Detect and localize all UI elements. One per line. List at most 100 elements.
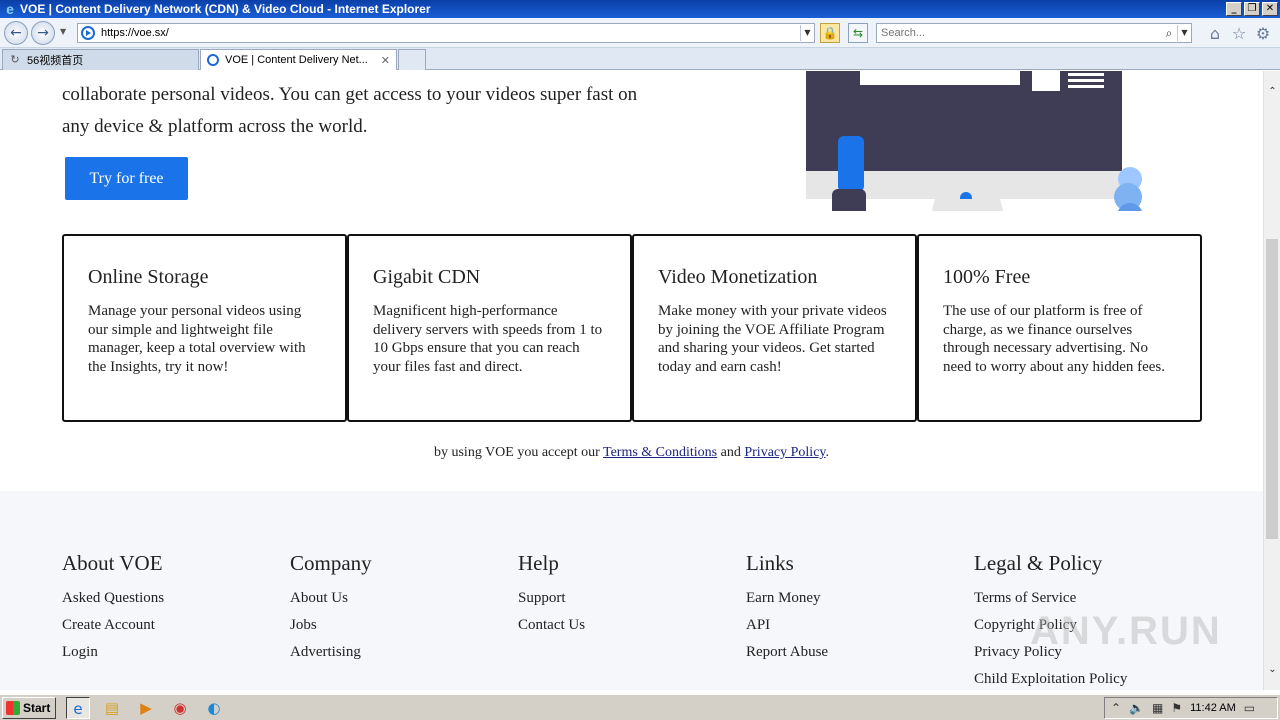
monitor-stand xyxy=(931,199,1004,211)
search-icon[interactable]: ⌕ xyxy=(1161,26,1177,41)
internet-explorer-icon[interactable]: e xyxy=(66,696,90,719)
screen-block xyxy=(1032,71,1060,91)
footer-link[interactable]: Jobs xyxy=(290,616,372,635)
favorites-star-icon[interactable]: ☆ xyxy=(1230,25,1248,43)
volume-icon[interactable]: 🔈 xyxy=(1129,701,1144,715)
tray-expand-icon[interactable]: ⌃ xyxy=(1111,701,1121,715)
scroll-thumb[interactable] xyxy=(1266,239,1278,539)
footer-link[interactable]: Terms of Service xyxy=(974,589,1127,608)
footer-link[interactable]: Support xyxy=(518,589,585,608)
tab-label: 56视频首页 xyxy=(27,55,84,67)
window-controls: _ ❐ ✕ xyxy=(1226,2,1278,16)
address-toolbar: ← → ▼ https://voe.sx/ ▼ 🔒 ⇆ ⌕ ▼ ⌂ ☆ ⚙ xyxy=(0,18,1280,48)
person-legs xyxy=(832,189,866,211)
try-for-free-button[interactable]: Try for free xyxy=(65,157,188,200)
voe-tab-favicon-icon xyxy=(207,54,219,66)
footer-link[interactable]: About Us xyxy=(290,589,372,608)
file-explorer-icon[interactable]: ▤ xyxy=(100,697,124,719)
tab-voe[interactable]: VOE | Content Delivery Net... ✕ xyxy=(200,49,397,70)
feature-text: Make money with your private videos by j… xyxy=(658,303,887,375)
terms-conditions-link[interactable]: Terms & Conditions xyxy=(603,445,717,460)
clock[interactable]: 11:42 AM xyxy=(1190,702,1236,714)
hero-illustration xyxy=(806,71,1142,211)
anyrun-watermark: ANY.RUN xyxy=(1030,609,1222,653)
window-title: VOE | Content Delivery Network (CDN) & V… xyxy=(20,2,431,16)
terms-suffix: . xyxy=(825,445,830,460)
lock-icon[interactable]: 🔒 xyxy=(820,23,840,43)
forward-button[interactable]: → xyxy=(31,21,55,45)
minimize-button[interactable]: _ xyxy=(1226,2,1242,16)
vertical-scrollbar[interactable]: ⌃ ⌄ xyxy=(1263,71,1280,690)
tab-56-video[interactable]: ↻ 56视频首页 xyxy=(2,49,199,70)
footer-heading: Company xyxy=(290,551,372,575)
system-tray: ⌃ 🔈 ▦ ⚑ 11:42 AM ▭ xyxy=(1104,697,1278,719)
back-button[interactable]: ← xyxy=(4,21,28,45)
home-icon[interactable]: ⌂ xyxy=(1206,25,1224,43)
site-favicon-icon xyxy=(81,26,95,40)
page-viewport: collaborate personal videos. You can get… xyxy=(0,71,1263,690)
feature-card: Online Storage Manage your personal vide… xyxy=(62,234,347,422)
footer-link[interactable]: Advertising xyxy=(290,643,372,662)
media-player-icon[interactable]: ▶ xyxy=(134,697,158,719)
tab-label: VOE | Content Delivery Net... xyxy=(225,54,368,66)
person-shirt xyxy=(838,136,864,192)
feature-card: Video Monetization Make money with your … xyxy=(632,234,917,422)
compat-refresh-icon[interactable]: ⇆ xyxy=(848,23,868,43)
url-text[interactable]: https://voe.sx/ xyxy=(101,27,800,39)
address-bar[interactable]: https://voe.sx/ ▼ xyxy=(77,23,815,43)
feature-card: 100% Free The use of our platform is fre… xyxy=(917,234,1202,422)
scroll-up-icon[interactable]: ⌃ xyxy=(1264,83,1280,100)
footer-link[interactable]: Create Account xyxy=(62,616,164,635)
start-button[interactable]: Start xyxy=(2,696,56,719)
footer-column-about: About VOE Asked Questions Create Account… xyxy=(62,551,164,670)
terms-notice: by using VOE you accept our Terms & Cond… xyxy=(0,445,1263,461)
windows-taskbar: Start e ▤ ▶ ◉ ◐ ⌃ 🔈 ▦ ⚑ 11:42 AM ▭ xyxy=(0,694,1280,720)
site-footer: About VOE Asked Questions Create Account… xyxy=(0,491,1263,690)
terms-prefix: by using VOE you accept our xyxy=(433,445,603,460)
tools-gear-icon[interactable]: ⚙ xyxy=(1254,25,1272,43)
footer-link[interactable]: API xyxy=(746,616,828,635)
restore-button[interactable]: ❐ xyxy=(1244,2,1260,16)
footer-link[interactable]: Child Exploitation Policy xyxy=(974,670,1127,689)
footer-link[interactable]: Earn Money xyxy=(746,589,828,608)
url-dropdown-icon[interactable]: ▼ xyxy=(800,25,814,41)
footer-link[interactable]: Login xyxy=(62,643,164,662)
start-label: Start xyxy=(23,700,51,715)
footer-link[interactable]: Report Abuse xyxy=(746,643,828,662)
history-dropdown-icon[interactable]: ▼ xyxy=(60,27,66,36)
feature-text: Magnificent high-performance delivery se… xyxy=(373,303,603,375)
new-tab-button[interactable] xyxy=(398,49,426,70)
loading-icon: ↻ xyxy=(10,53,20,66)
edge-icon[interactable]: ◐ xyxy=(202,697,226,719)
chrome-icon[interactable]: ◉ xyxy=(168,697,192,719)
feature-title: 100% Free xyxy=(943,266,1031,288)
footer-link[interactable]: Contact Us xyxy=(518,616,585,635)
tab-close-icon[interactable]: ✕ xyxy=(381,54,390,67)
feature-card: Gigabit CDN Magnificent high-performance… xyxy=(347,234,632,422)
hero-description: collaborate personal videos. You can get… xyxy=(62,84,638,137)
scroll-down-icon[interactable]: ⌄ xyxy=(1264,661,1280,678)
search-input[interactable] xyxy=(877,27,1161,39)
search-dropdown-icon[interactable]: ▼ xyxy=(1177,25,1191,41)
search-box[interactable]: ⌕ ▼ xyxy=(876,23,1192,43)
feature-text: Manage your personal videos using our si… xyxy=(88,303,306,375)
footer-link[interactable]: Asked Questions xyxy=(62,589,164,608)
footer-heading: Links xyxy=(746,551,794,575)
footer-heading: About VOE xyxy=(62,551,163,575)
show-desktop-icon[interactable]: ▭ xyxy=(1244,701,1255,715)
network-icon[interactable]: ▦ xyxy=(1152,701,1163,715)
windows-flag-icon xyxy=(6,700,20,715)
privacy-policy-link[interactable]: Privacy Policy xyxy=(744,445,825,460)
feature-title: Video Monetization xyxy=(658,266,818,288)
close-button[interactable]: ✕ xyxy=(1262,2,1278,16)
feature-text: The use of our platform is free of charg… xyxy=(943,303,1166,375)
footer-column-links: Links Earn Money API Report Abuse xyxy=(746,551,828,670)
tab-bar: ↻ 56视频首页 VOE | Content Delivery Net... ✕ xyxy=(0,48,1280,70)
features-grid: Online Storage Manage your personal vide… xyxy=(62,234,1202,422)
screen-bar xyxy=(860,71,1020,85)
ie-logo-icon: e xyxy=(6,1,14,17)
action-center-flag-icon[interactable]: ⚑ xyxy=(1171,701,1182,715)
footer-heading: Help xyxy=(518,551,559,575)
feature-title: Gigabit CDN xyxy=(373,266,481,288)
quick-launch: e ▤ ▶ ◉ ◐ xyxy=(66,696,226,719)
